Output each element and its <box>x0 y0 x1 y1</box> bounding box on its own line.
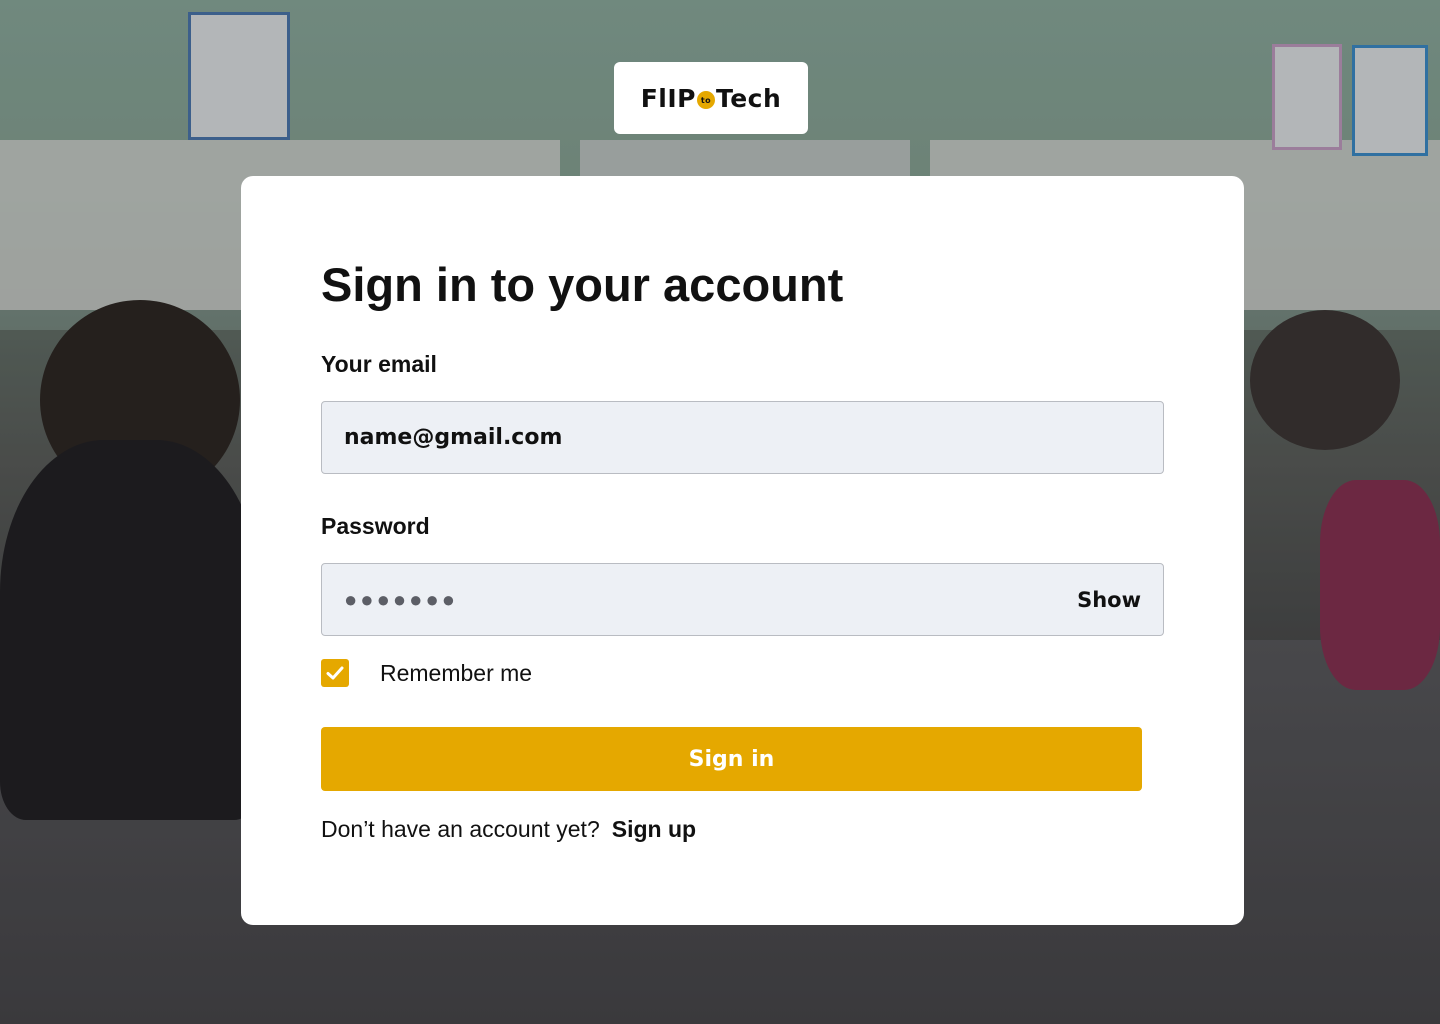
logo-badge: to <box>696 91 715 109</box>
sign-in-button[interactable]: Sign in <box>321 727 1142 791</box>
brand-logo: FlIP to Tech <box>641 84 782 113</box>
email-label: Your email <box>321 351 437 377</box>
signin-card: Sign in to your account Your email name@… <box>241 176 1244 925</box>
brand-logo-box: FlIP to Tech <box>614 62 808 134</box>
sign-up-link[interactable]: Sign up <box>612 816 696 843</box>
password-masked-value: ●●●●●●● <box>344 586 459 612</box>
email-value: name@gmail.com <box>344 425 563 450</box>
logo-text-right: Tech <box>715 83 782 113</box>
page-title: Sign in to your account <box>321 258 844 311</box>
password-field[interactable]: ●●●●●●● Show <box>321 563 1164 636</box>
show-password-toggle[interactable]: Show <box>1077 588 1141 612</box>
remember-me-label: Remember me <box>380 659 533 686</box>
logo-text-left: FlIP <box>640 83 696 113</box>
checkmark-icon <box>326 666 344 680</box>
remember-me-row: Remember me <box>321 659 532 687</box>
signup-prompt: Don’t have an account yet? <box>321 816 600 842</box>
password-label: Password <box>321 513 430 539</box>
signup-row: Don’t have an account yet? Sign up <box>321 816 696 843</box>
email-field[interactable]: name@gmail.com <box>321 401 1164 474</box>
remember-me-checkbox[interactable] <box>321 659 349 687</box>
